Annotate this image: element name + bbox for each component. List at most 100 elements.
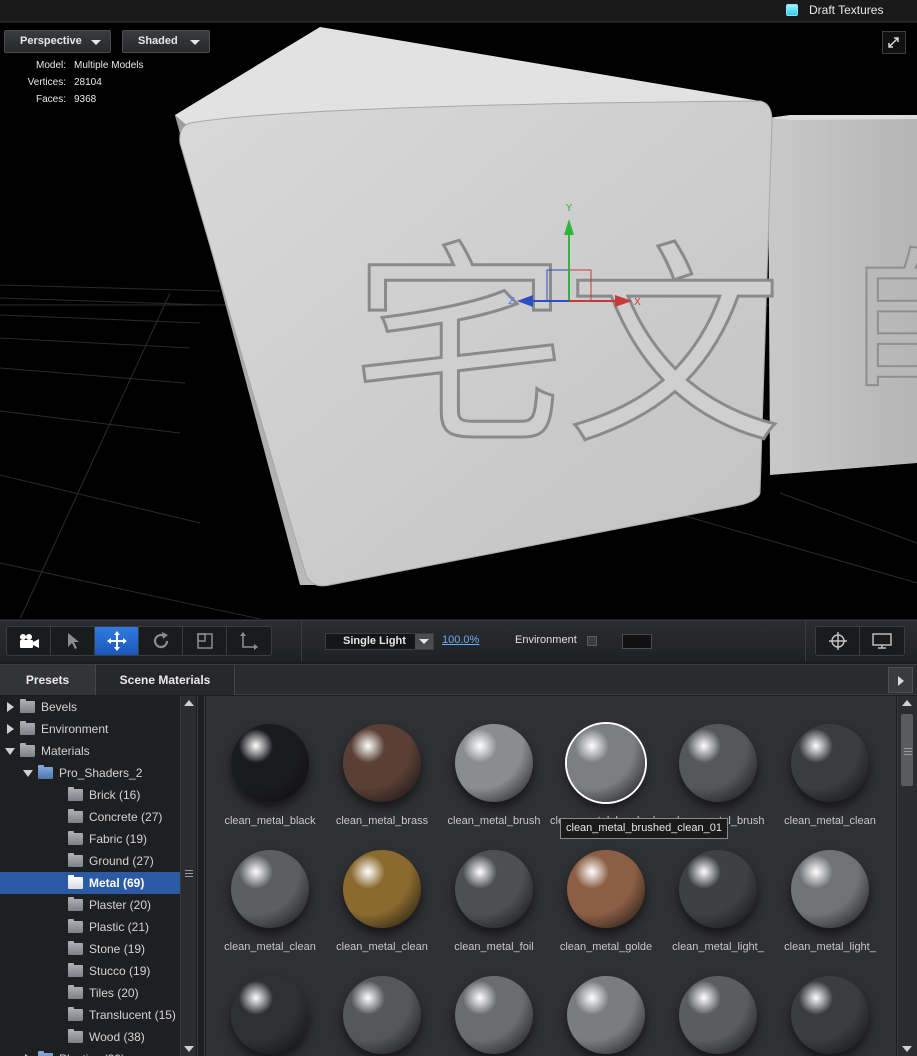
material-sphere-preview (343, 724, 421, 802)
material-thumbnail[interactable]: clean_metal_foil (438, 822, 550, 953)
environment-checkbox[interactable] (587, 636, 597, 646)
light-intensity-value[interactable]: 100.0% (442, 634, 479, 646)
environment-color-swatch[interactable] (622, 634, 652, 649)
material-thumbnail[interactable]: clean_metal_brushed_clean_01 (550, 696, 662, 827)
material-thumbnail[interactable] (662, 948, 774, 1056)
collapsed-arrow-icon[interactable] (4, 696, 16, 718)
view-tools (815, 626, 905, 656)
frame-target-button[interactable] (816, 627, 860, 655)
tree-item[interactable]: Translucent (15) (0, 1004, 180, 1026)
material-sphere-preview (567, 850, 645, 928)
material-sphere-preview (567, 976, 645, 1054)
tree-item[interactable]: Stucco (19) (0, 960, 180, 982)
material-thumbnail[interactable]: clean_metal_brush (438, 696, 550, 827)
tree-scrollbar[interactable] (180, 696, 196, 1056)
collapsed-arrow-icon[interactable] (4, 718, 16, 740)
panel-expand-button[interactable] (888, 667, 913, 693)
camera-tool-button[interactable] (7, 627, 51, 655)
cube-right[interactable]: 自 (768, 115, 917, 475)
render-preview-button[interactable] (860, 627, 904, 655)
3d-viewport[interactable]: 自 宅文 Y X Z Perspective Shaded (0, 23, 917, 619)
tree-item[interactable]: Plaster (20) (0, 894, 180, 916)
tab-scene-materials[interactable]: Scene Materials (96, 665, 235, 695)
scroll-grip-icon[interactable] (904, 748, 912, 755)
toolbar-divider (301, 621, 302, 662)
material-sphere-preview (231, 976, 309, 1054)
camera-mode-dropdown[interactable]: Perspective (4, 30, 111, 53)
scroll-up-icon[interactable] (902, 700, 912, 706)
material-thumbnail[interactable]: clean_metal_clean (214, 822, 326, 953)
material-sphere-preview (231, 850, 309, 928)
maximize-viewport-button[interactable] (882, 31, 906, 54)
folder-icon (68, 853, 83, 867)
folder-icon (68, 963, 83, 977)
scroll-grip-icon[interactable] (185, 870, 193, 877)
tab-presets[interactable]: Presets (0, 665, 96, 695)
material-thumbnail[interactable] (326, 948, 438, 1056)
tree-item[interactable]: Stone (19) (0, 938, 180, 960)
move-icon (106, 631, 127, 651)
scroll-down-icon[interactable] (184, 1046, 194, 1052)
material-thumbnail[interactable]: clean_metal_light_ (774, 822, 886, 953)
collapsed-arrow-icon[interactable] (22, 1048, 34, 1056)
material-thumbnail[interactable] (774, 948, 886, 1056)
shading-mode-dropdown[interactable]: Shaded (122, 30, 210, 53)
material-thumbnail[interactable]: clean_metal_clean (326, 822, 438, 953)
material-sphere-preview (791, 976, 869, 1054)
tree-item-label: Materials (41, 744, 90, 758)
material-thumbnail[interactable]: clean_metal_black (214, 696, 326, 827)
camera-icon (19, 634, 39, 648)
select-tool-button[interactable] (51, 627, 95, 655)
move-tool-button[interactable] (95, 627, 139, 655)
tree-item[interactable]: Pro_Shaders_2 (0, 762, 180, 784)
tree-item[interactable]: Metal (69) (0, 872, 180, 894)
tree-item[interactable]: Plastics (39) (0, 1048, 180, 1056)
material-sphere-preview (567, 724, 645, 802)
material-thumbnail[interactable] (550, 948, 662, 1056)
panel-splitter[interactable] (197, 696, 205, 1056)
tree-item[interactable]: Materials (0, 740, 180, 762)
material-thumbnail[interactable] (438, 948, 550, 1056)
render-screen-icon (872, 633, 892, 649)
tree-item[interactable]: Ground (27) (0, 850, 180, 872)
folder-icon (68, 787, 83, 801)
shading-mode-value: Shaded (138, 35, 178, 47)
tree-item[interactable]: Tiles (20) (0, 982, 180, 1004)
axis-tool-button[interactable] (227, 627, 271, 655)
folder-icon (68, 941, 83, 955)
cube-main[interactable]: 宅文 (175, 27, 784, 587)
material-sphere-preview (231, 724, 309, 802)
scale-tool-button[interactable] (183, 627, 227, 655)
stat-value: 28104 (74, 77, 102, 88)
draft-textures-checkbox[interactable] (786, 4, 798, 16)
expanded-arrow-icon[interactable] (4, 740, 16, 762)
material-thumbnail[interactable]: clean_metal_clean (774, 696, 886, 827)
material-thumbnail[interactable]: clean_metal_light_ (662, 822, 774, 953)
material-thumbnail[interactable] (214, 948, 326, 1056)
tree-item[interactable]: Wood (38) (0, 1026, 180, 1048)
rotate-icon (153, 632, 168, 649)
material-thumbnail[interactable]: clean_metal_brass (326, 696, 438, 827)
tree-item[interactable]: Bevels (0, 696, 180, 718)
tree-item[interactable]: Environment (0, 718, 180, 740)
scroll-down-icon[interactable] (902, 1046, 912, 1052)
material-tooltip: clean_metal_brushed_clean_01 (560, 818, 728, 839)
material-thumbnail[interactable]: clean_metal_golde (550, 822, 662, 953)
camera-mode-value: Perspective (20, 35, 82, 47)
tree-item-label: Pro_Shaders_2 (59, 766, 143, 780)
material-thumbnail[interactable]: clean_metal_brush (662, 696, 774, 827)
tree-item[interactable]: Fabric (19) (0, 828, 180, 850)
grid-scrollbar[interactable] (897, 696, 917, 1056)
scroll-up-icon[interactable] (184, 700, 194, 706)
lighting-mode-dropdown[interactable]: Single Light (325, 633, 434, 650)
tree-item[interactable]: Plastic (21) (0, 916, 180, 938)
folder-icon (68, 919, 83, 933)
scale-icon (196, 633, 213, 649)
scene-render[interactable]: 自 宅文 Y X Z (0, 23, 917, 619)
cube-right-text: 自 (842, 235, 917, 409)
tree-item[interactable]: Concrete (27) (0, 806, 180, 828)
expanded-arrow-icon[interactable] (22, 762, 34, 784)
rotate-tool-button[interactable] (139, 627, 183, 655)
tree-item[interactable]: Brick (16) (0, 784, 180, 806)
material-sphere-preview (679, 850, 757, 928)
